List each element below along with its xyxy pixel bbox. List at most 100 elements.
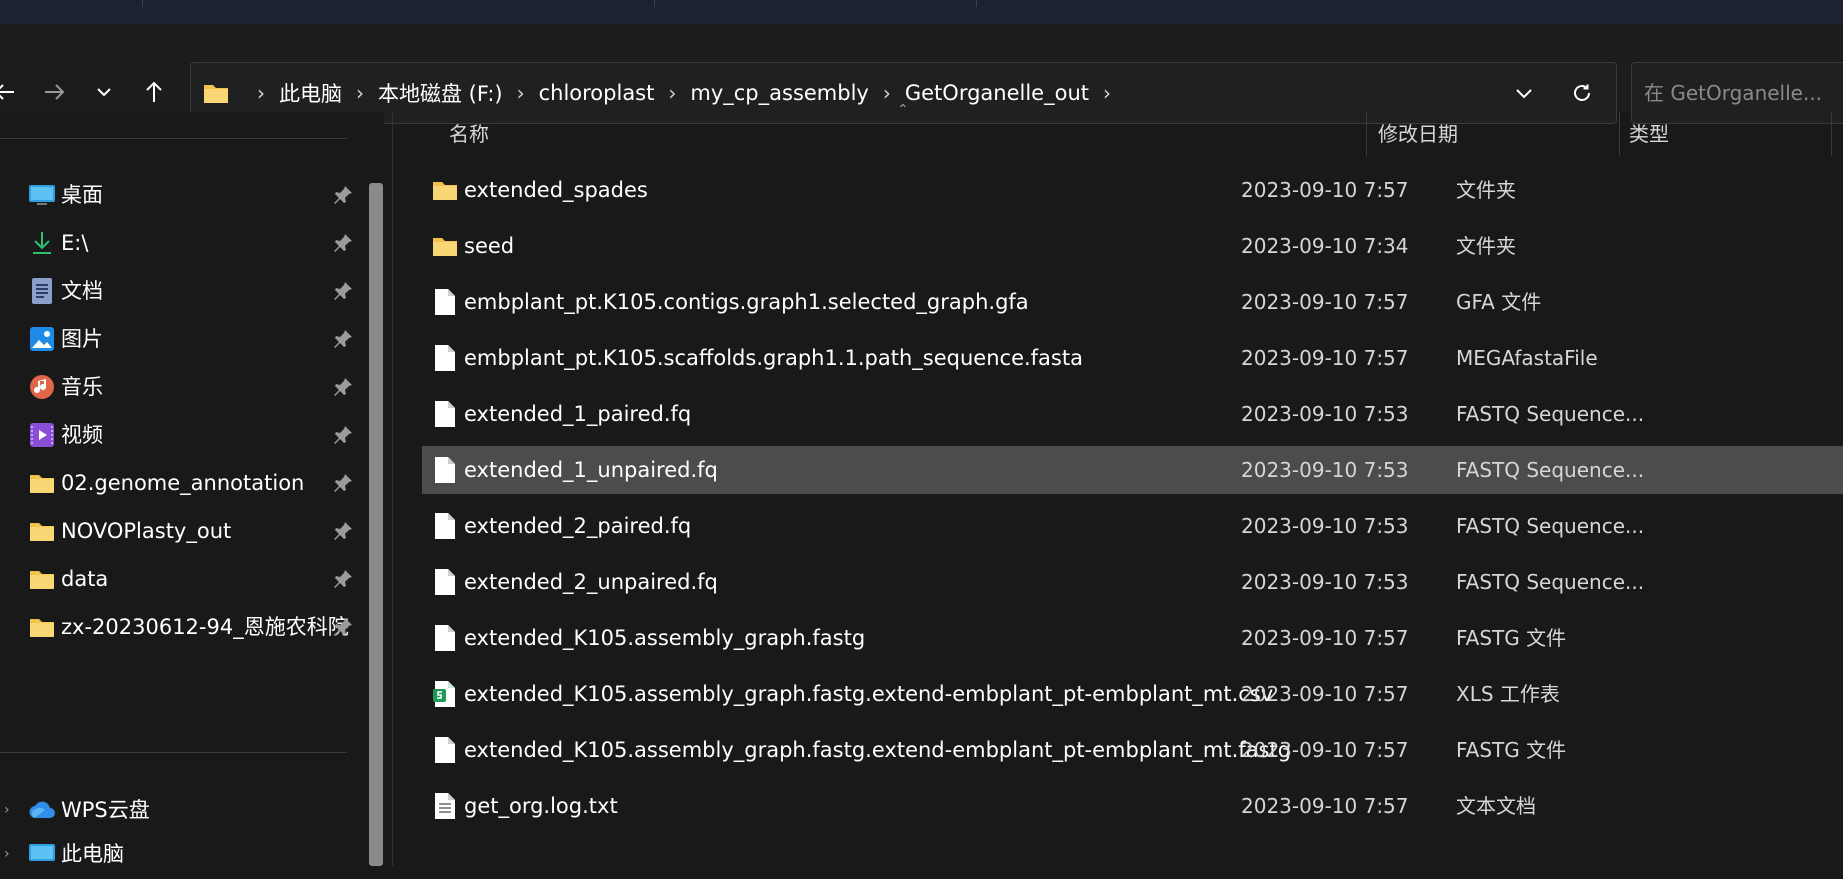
file-name: seed <box>464 234 515 258</box>
file-name: extended_K105.assembly_graph.fastg <box>464 626 866 650</box>
sidebar-item-documents[interactable]: 文档 <box>0 266 360 316</box>
sidebar-item-novoplasty-out[interactable]: NOVOPlasty_out <box>0 506 360 556</box>
sidebar-item-label: 视频 <box>61 423 103 447</box>
pin-icon[interactable] <box>332 328 354 350</box>
file-modified-date: 2023-09-10 7:57 <box>1241 178 1409 202</box>
recent-locations-button[interactable] <box>87 74 121 110</box>
navigation-pane-scrollbar[interactable] <box>369 183 383 866</box>
file-modified-date: 2023-09-10 7:57 <box>1241 346 1409 370</box>
chevron-down-icon <box>97 88 111 97</box>
pin-icon[interactable] <box>332 520 354 542</box>
breadcrumb-chevron-icon[interactable]: › <box>257 81 265 105</box>
column-header-name[interactable]: 名称 <box>449 112 489 156</box>
sidebar-item-pictures[interactable]: 图片 <box>0 314 360 364</box>
breadcrumb-chevron-icon[interactable]: › <box>1103 81 1111 105</box>
file-icon <box>435 345 455 371</box>
file-row[interactable]: extended_K105.assembly_graph.fastg 2023-… <box>422 614 1843 662</box>
chevron-right-icon[interactable]: › <box>4 846 10 862</box>
divider <box>0 138 347 139</box>
refresh-icon <box>1574 84 1590 101</box>
file-icon <box>435 625 455 651</box>
sidebar-item-desktop[interactable]: 桌面 <box>0 170 360 220</box>
text-file-icon <box>435 793 455 819</box>
title-tab-strip <box>0 0 1843 25</box>
pin-icon[interactable] <box>332 280 354 302</box>
file-type: FASTQ Sequence... <box>1456 458 1645 482</box>
breadcrumb-item-local-disk[interactable]: 本地磁盘 (F:) <box>378 78 503 108</box>
file-row[interactable]: extended_K105.assembly_graph.fastg.exten… <box>422 670 1843 718</box>
sidebar-item-zx-project[interactable]: zx-20230612-94_恩施农科院 <box>0 602 360 652</box>
sidebar-item-genome-annotation[interactable]: 02.genome_annotation <box>0 458 360 508</box>
breadcrumb-chevron-icon[interactable]: › <box>883 81 891 105</box>
breadcrumb-item-getorganelle-out[interactable]: GetOrganelle_out <box>905 81 1089 105</box>
file-row[interactable]: extended_1_paired.fq 2023-09-10 7:53 FAS… <box>422 390 1843 438</box>
sidebar-item-videos[interactable]: 视频 <box>0 410 360 460</box>
file-name: extended_1_unpaired.fq <box>464 458 718 482</box>
spreadsheet-icon <box>433 681 455 707</box>
sidebar-item-label: data <box>61 567 109 591</box>
sidebar-item-label: 文档 <box>61 279 103 303</box>
pin-icon[interactable] <box>332 568 354 590</box>
breadcrumb-chevron-icon[interactable]: › <box>517 81 525 105</box>
sidebar-item-e-drive[interactable]: E:\ <box>0 218 360 268</box>
back-arrow-icon <box>0 84 14 100</box>
breadcrumb-chevron-icon[interactable]: › <box>356 81 364 105</box>
file-name: extended_2_paired.fq <box>464 514 692 538</box>
sidebar-item-label: 02.genome_annotation <box>61 471 305 495</box>
file-modified-date: 2023-09-10 7:53 <box>1241 458 1409 482</box>
navigation-pane: 桌面 E:\ 文档 图片 音乐 视频 02.genome_annotation … <box>0 112 384 866</box>
sidebar-item-data[interactable]: data <box>0 554 360 604</box>
pin-icon[interactable] <box>332 232 354 254</box>
up-button[interactable] <box>137 74 171 110</box>
music-icon <box>28 373 56 401</box>
file-row[interactable]: extended_2_paired.fq 2023-09-10 7:53 FAS… <box>422 502 1843 550</box>
file-type: FASTG 文件 <box>1456 626 1567 650</box>
breadcrumb-item-this-pc[interactable]: 此电脑 <box>279 78 342 108</box>
address-dropdown-button[interactable] <box>1508 77 1540 109</box>
file-modified-date: 2023-09-10 7:57 <box>1241 626 1409 650</box>
column-resize-handle[interactable] <box>1619 112 1620 156</box>
file-type: FASTQ Sequence... <box>1456 402 1645 426</box>
file-name: embplant_pt.K105.contigs.graph1.selected… <box>464 290 1029 314</box>
file-row[interactable]: embplant_pt.K105.contigs.graph1.selected… <box>422 278 1843 326</box>
file-type: 文件夹 <box>1456 178 1516 202</box>
chevron-right-icon[interactable]: › <box>4 802 10 818</box>
folder-icon <box>433 182 457 200</box>
forward-button[interactable] <box>37 74 71 110</box>
sidebar-item-wps-cloud[interactable]: › WPS云盘 <box>0 785 360 835</box>
file-row-selected[interactable]: extended_1_unpaired.fq 2023-09-10 7:53 F… <box>422 446 1843 494</box>
breadcrumb-chevron-icon[interactable]: › <box>668 81 676 105</box>
file-row[interactable]: extended_2_unpaired.fq 2023-09-10 7:53 F… <box>422 558 1843 606</box>
file-modified-date: 2023-09-10 7:57 <box>1241 794 1409 818</box>
file-modified-date: 2023-09-10 7:53 <box>1241 570 1409 594</box>
back-button[interactable] <box>0 74 22 110</box>
chevron-down-icon <box>1516 89 1532 99</box>
pin-icon[interactable] <box>332 616 354 638</box>
sidebar-item-this-pc[interactable]: › 此电脑 <box>0 829 360 879</box>
file-icon <box>435 513 455 539</box>
file-row[interactable]: extended_K105.assembly_graph.fastg.exten… <box>422 726 1843 774</box>
file-name: embplant_pt.K105.scaffolds.graph1.1.path… <box>464 346 1083 370</box>
sort-ascending-icon: ⌃ <box>897 102 909 118</box>
pin-icon[interactable] <box>332 184 354 206</box>
pin-icon[interactable] <box>332 376 354 398</box>
file-row[interactable]: get_org.log.txt 2023-09-10 7:57 文本文档 <box>422 782 1843 830</box>
file-row[interactable]: extended_spades 2023-09-10 7:57 文件夹 <box>422 166 1843 214</box>
folder-icon <box>433 238 457 256</box>
folder-icon <box>28 469 56 497</box>
pin-icon[interactable] <box>332 424 354 446</box>
forward-arrow-icon <box>45 84 65 100</box>
breadcrumb-item-chloroplast[interactable]: chloroplast <box>539 81 655 105</box>
breadcrumb-item-my-cp-assembly[interactable]: my_cp_assembly <box>690 81 868 105</box>
column-header-modified[interactable]: 修改日期 <box>1378 112 1458 156</box>
sidebar-item-music[interactable]: 音乐 <box>0 362 360 412</box>
column-header-type[interactable]: 类型 <box>1629 112 1669 156</box>
file-row[interactable]: embplant_pt.K105.scaffolds.graph1.1.path… <box>422 334 1843 382</box>
sidebar-item-label: NOVOPlasty_out <box>61 519 232 543</box>
pin-icon[interactable] <box>332 472 354 494</box>
sidebar-item-label: 图片 <box>61 327 103 351</box>
file-row[interactable]: seed 2023-09-10 7:34 文件夹 <box>422 222 1843 270</box>
refresh-button[interactable] <box>1566 77 1598 109</box>
column-resize-handle[interactable] <box>1831 112 1832 156</box>
column-resize-handle[interactable] <box>1366 112 1367 156</box>
